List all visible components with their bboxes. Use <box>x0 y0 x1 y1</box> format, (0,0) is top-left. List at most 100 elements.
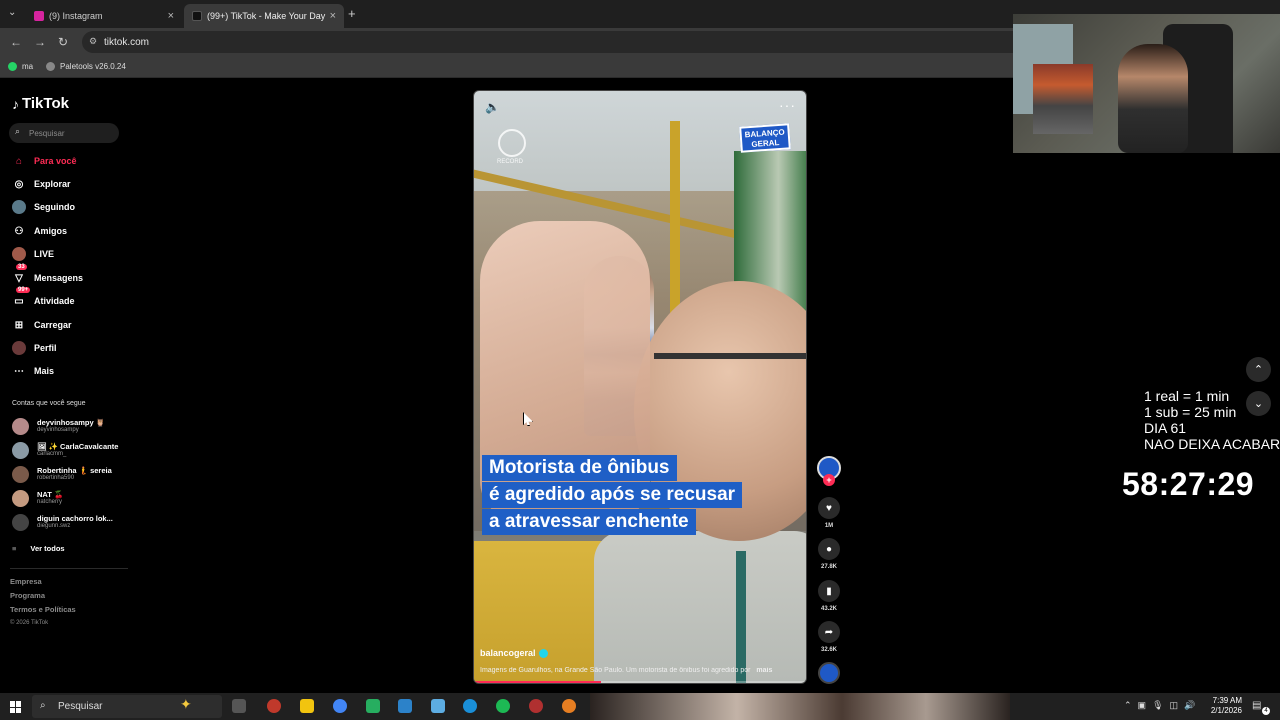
video-player[interactable]: 🔈 ··· RECORD BALANÇO GERAL Motorista de … <box>473 90 807 684</box>
channel-logo: BALANÇO GERAL <box>739 123 791 153</box>
nav-explore[interactable]: ◎ Explorar <box>12 177 71 191</box>
store-icon[interactable] <box>398 699 412 713</box>
video-headline: Motorista de ônibus é agredido após se r… <box>482 455 782 536</box>
share-icon: ➦ <box>818 621 840 643</box>
tab-tiktok[interactable]: (99+) TikTok - Make Your Day × <box>184 4 344 28</box>
avatar <box>12 442 29 459</box>
volume-icon[interactable]: 🔈 <box>485 100 500 114</box>
video-author[interactable]: balancogeral <box>480 648 548 658</box>
rule-line: DIA 61 <box>1144 420 1187 436</box>
volume-icon[interactable]: 🔊 <box>1184 700 1195 711</box>
app-icon[interactable] <box>431 699 445 713</box>
headline-line: é agredido após se recusar <box>482 482 743 508</box>
back-arrow-icon[interactable]: ← <box>10 35 22 49</box>
chrome-icon[interactable] <box>562 699 576 713</box>
tab-search-chevron-icon[interactable]: ⌄ <box>8 7 16 18</box>
record-logo-icon <box>498 129 526 157</box>
edge-icon[interactable] <box>463 699 477 713</box>
nav-activity[interactable]: ▭ 99+ Atividade <box>12 287 75 308</box>
video-caption: Imagens de Guarulhos, na Grande São Paul… <box>480 667 800 674</box>
rule-line: NAO DEIXA ACABAR <box>1144 436 1280 452</box>
reload-icon[interactable]: ↻ <box>58 35 68 49</box>
tiktok-sidebar: ♪ TikTok ⌕ Pesquisar ⌂ Para você ◎ Explo… <box>0 80 130 692</box>
site-info-icon[interactable]: ⚙ <box>89 36 97 47</box>
account-name: NAT 🍒 <box>37 490 64 499</box>
video-scene-shirt <box>594 531 806 683</box>
chevron-up-icon[interactable]: ⌃ <box>1124 700 1132 711</box>
more-options-icon[interactable]: ··· <box>779 97 796 113</box>
nav-live[interactable]: LIVE <box>12 247 54 261</box>
new-tab-icon[interactable]: + <box>348 6 356 21</box>
account-name: diguin cachorro lok... <box>37 514 113 523</box>
nav-more[interactable]: ⋯ Mais <box>12 364 54 378</box>
app-icon[interactable] <box>267 699 281 713</box>
taskbar-search-label: Pesquisar <box>58 701 103 712</box>
following-account[interactable]: NAT 🍒 natcherry <box>12 490 63 507</box>
logo-text: TikTok <box>22 95 69 112</box>
previous-video-button[interactable]: ⌃ <box>1246 357 1271 382</box>
nav-for-you[interactable]: ⌂ Para você <box>12 154 77 168</box>
network-icon[interactable]: ◫ <box>1170 700 1179 711</box>
comment-button[interactable]: ● 27.8K <box>817 538 841 570</box>
microphone-icon[interactable]: 🎙 <box>1152 700 1163 711</box>
nav-friends[interactable]: ⚇ Amigos <box>12 224 68 238</box>
following-account[interactable]: 🖼 ✨ CarlaCavalcante carlacmm_ <box>12 442 118 459</box>
bookmark-item[interactable]: Paletools v26.0.24 <box>46 62 126 71</box>
app-icon[interactable] <box>366 699 380 713</box>
video-progress-bar[interactable] <box>474 681 806 683</box>
clock-date: 2/1/2026 <box>1210 706 1242 715</box>
webcam-overlay <box>1013 14 1280 153</box>
footer-link-terms[interactable]: Termos e Políticas <box>10 605 76 614</box>
forward-arrow-icon[interactable]: → <box>34 35 46 49</box>
footer-link-company[interactable]: Empresa <box>10 577 42 586</box>
share-count: 32.6K <box>820 647 837 653</box>
device-icon[interactable]: ▣ <box>1138 700 1147 711</box>
nav-messages[interactable]: ▽ 33 Mensagens <box>12 264 84 285</box>
instagram-icon <box>34 11 44 21</box>
follow-plus-icon[interactable]: + <box>823 474 835 486</box>
close-icon[interactable]: × <box>168 10 174 22</box>
tab-instagram[interactable]: (9) Instagram × <box>26 4 182 28</box>
video-scene-glasses <box>654 353 806 359</box>
taskbar-clock[interactable]: 7:39 AM 2/1/2026 <box>1200 696 1242 716</box>
music-disc-icon[interactable] <box>818 662 840 684</box>
nav-label: Mensagens <box>34 273 84 283</box>
nav-label: LIVE <box>34 249 55 259</box>
nav-label: Explorar <box>34 179 71 189</box>
account-handle: robertinha590 <box>37 475 75 481</box>
url-field[interactable]: ⚙ tiktok.com <box>82 31 1042 53</box>
notification-icon[interactable]: ▤ <box>1252 700 1261 711</box>
following-account[interactable]: diguin cachorro lok... diegunn.swz <box>12 514 113 531</box>
search-input[interactable]: ⌕ Pesquisar <box>9 123 119 143</box>
nav-label: Atividade <box>34 296 75 306</box>
share-button[interactable]: ➦ 32.6K <box>817 621 841 653</box>
sparkle-icon[interactable]: ✦ <box>180 696 192 713</box>
nav-label: Carregar <box>34 320 72 330</box>
nav-following[interactable]: Seguindo <box>12 200 75 214</box>
nav-profile[interactable]: Perfil <box>12 341 57 355</box>
spotify-icon[interactable] <box>496 699 510 713</box>
friends-icon: ⚇ <box>14 225 24 237</box>
see-all-link[interactable]: ≡ Ver todos <box>12 544 65 553</box>
verified-icon <box>538 648 548 658</box>
nav-upload[interactable]: ⊞ Carregar <box>12 318 72 332</box>
close-icon[interactable]: × <box>330 10 336 22</box>
following-account[interactable]: Robertinha 🧜 sereia robertinha590 <box>12 466 112 483</box>
caption-more-link[interactable]: mais <box>756 667 772 674</box>
task-view-icon[interactable] <box>232 699 246 713</box>
account-handle: carlacmm_ <box>37 451 67 457</box>
taskbar-search-input[interactable]: ⌕ Pesquisar <box>32 695 222 718</box>
app-icon[interactable] <box>529 699 543 713</box>
subathon-timer: 58:27:29 <box>1122 466 1255 502</box>
file-explorer-icon[interactable] <box>300 699 314 713</box>
following-account[interactable]: deyvinhosampy 🦉 deyvinhosampy <box>12 418 105 435</box>
bookmark-item[interactable]: ma <box>8 62 33 71</box>
footer-link-program[interactable]: Programa <box>10 591 45 600</box>
nav-label: Amigos <box>34 226 68 236</box>
tiktok-logo[interactable]: ♪ TikTok <box>12 95 69 112</box>
like-button[interactable]: ♥ 1M <box>817 497 841 529</box>
comment-count: 27.8K <box>820 564 837 570</box>
save-button[interactable]: ▮ 43.2K <box>817 580 841 612</box>
chrome-icon[interactable] <box>333 699 347 713</box>
windows-start-icon[interactable] <box>10 701 22 713</box>
